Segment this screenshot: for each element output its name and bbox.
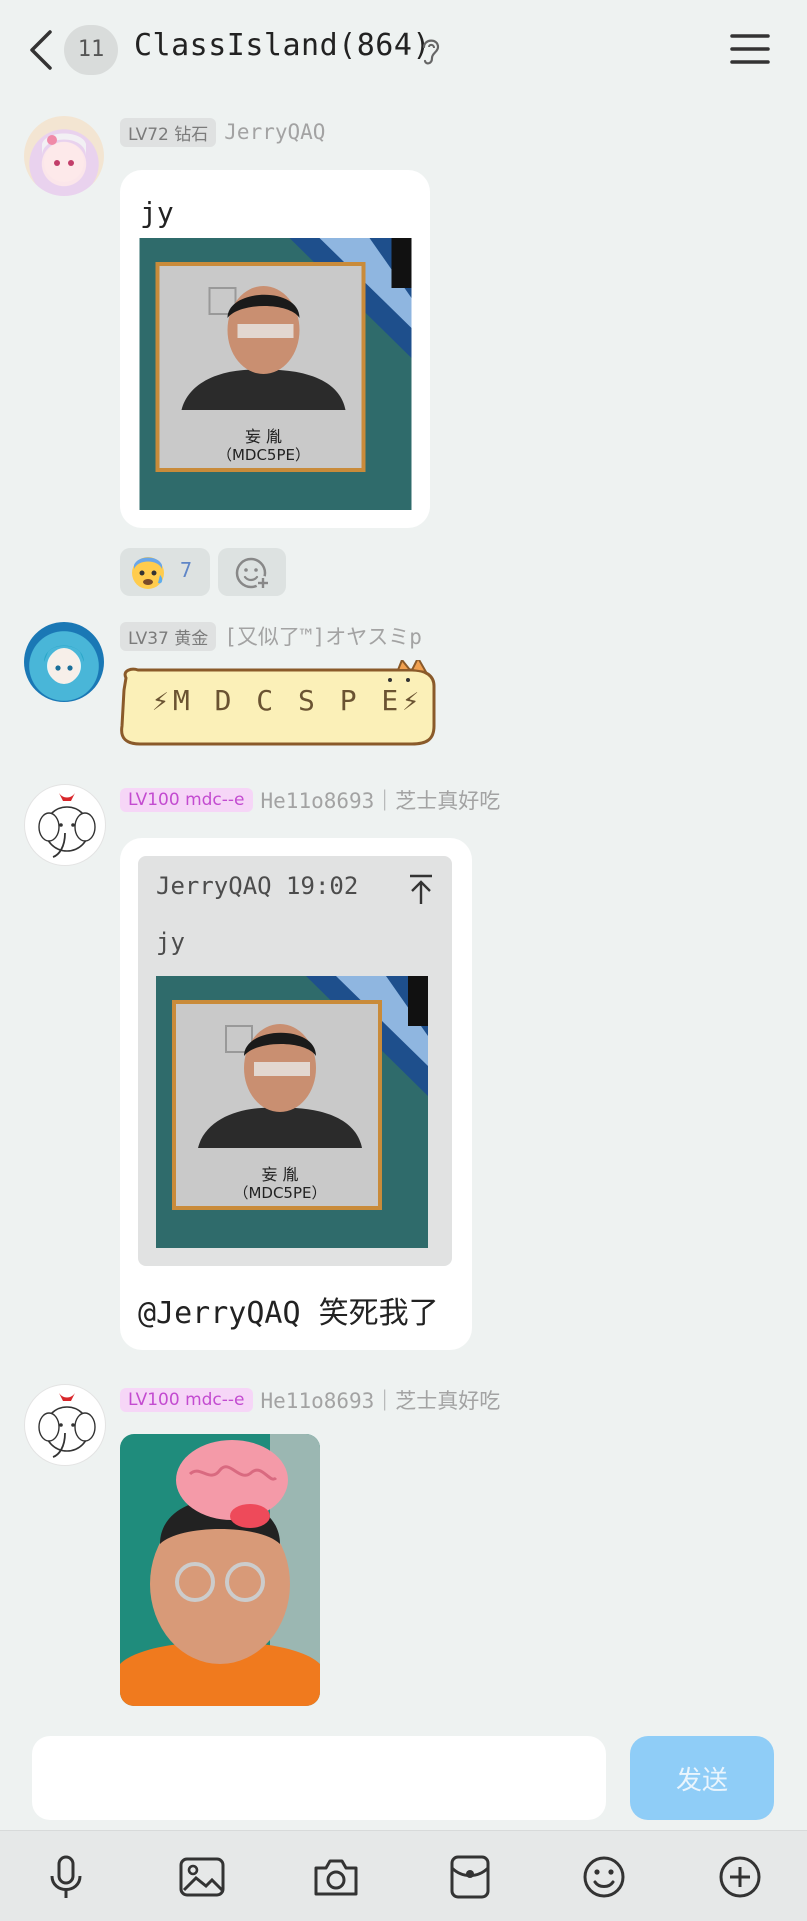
anxious-sweat-emoji-icon	[132, 557, 164, 589]
send-button[interactable]: 发送	[630, 1736, 774, 1820]
level-badge: LV37 黄金	[120, 621, 217, 651]
level-badge: LV100 mdc--e	[120, 788, 253, 812]
quoted-text: jy	[156, 928, 185, 956]
sender-line: LV72 钻石 JerryQAQ	[120, 116, 325, 148]
reaction-chip[interactable]: 7	[120, 548, 210, 596]
quoted-meme-photo-image[interactable]: 妄 胤 （MDC5PE）	[156, 976, 428, 1248]
image-caption-name: 妄 胤	[245, 427, 282, 446]
avatar[interactable]	[24, 1384, 106, 1466]
level-badge: LV72 钻石	[120, 117, 217, 147]
elephant-avatar-image	[38, 793, 96, 858]
reaction-count: 7	[180, 558, 193, 582]
message-input[interactable]	[32, 1736, 606, 1820]
message-bubble[interactable]: jy 妄 胤 （MDC5PE）	[120, 170, 430, 528]
quoted-sender-time: JerryQAQ 19:02	[156, 872, 359, 900]
image-caption-code: （MDC5PE）	[217, 446, 310, 464]
add-emoji-icon	[235, 557, 270, 590]
chat-title[interactable]: ClassIsland(864)	[134, 28, 431, 63]
image-caption-name: 妄 胤	[261, 1165, 298, 1184]
sender-name[interactable]: JerryQAQ	[224, 120, 325, 144]
sender-name[interactable]: He11o8693｜芝士真好吃	[261, 785, 501, 815]
photo-content	[120, 1434, 320, 1706]
avatar[interactable]	[24, 622, 104, 702]
red-packet-icon	[450, 1855, 490, 1899]
microphone-button[interactable]	[38, 1849, 94, 1905]
image-icon	[179, 1857, 225, 1897]
message-text: ⚡M D C S P E⚡	[152, 684, 424, 717]
ear-icon[interactable]	[418, 34, 444, 68]
elephant-avatar-image	[38, 1393, 96, 1458]
camera-button[interactable]	[308, 1849, 364, 1905]
quoted-message[interactable]: JerryQAQ 19:02 jy 妄 胤 （MDC5PE）	[138, 856, 452, 1266]
red-packet-button[interactable]	[442, 1849, 498, 1905]
message-text: jy	[140, 196, 174, 229]
sender-line: LV100 mdc--e He11o8693｜芝士真好吃	[120, 1384, 500, 1416]
sender-name[interactable]: He11o8693｜芝士真好吃	[261, 1385, 501, 1415]
microphone-icon	[50, 1855, 82, 1898]
bottom-toolbar	[0, 1830, 807, 1921]
more-options-button[interactable]	[712, 1849, 768, 1905]
sender-line: LV100 mdc--e He11o8693｜芝士真好吃	[120, 784, 500, 816]
composer: 发送	[0, 1722, 807, 1830]
anime-character-avatar-image	[44, 645, 84, 684]
chat-header: 11 ClassIsland(864)	[0, 0, 807, 100]
meme-photo-image[interactable]: 妄 胤 （MDC5PE）	[139, 238, 412, 510]
level-badge: LV100 mdc--e	[120, 1388, 253, 1412]
anime-girl-avatar-image	[42, 133, 86, 182]
message-text: @JerryQAQ 笑死我了	[138, 1296, 439, 1331]
jump-to-message-icon[interactable]	[406, 872, 436, 906]
menu-icon[interactable]	[730, 32, 770, 66]
sender-line: LV37 黄金 [又似了™]オヤスミp	[120, 620, 422, 652]
back-arrow-icon[interactable]	[26, 28, 56, 72]
brain-meme-photo-image[interactable]	[120, 1434, 320, 1706]
plus-circle-icon	[719, 1856, 761, 1898]
avatar[interactable]	[24, 116, 104, 196]
emoji-icon	[583, 1856, 625, 1898]
message-bubble[interactable]: JerryQAQ 19:02 jy 妄 胤 （MDC5PE） @JerryQAQ…	[120, 838, 472, 1350]
camera-icon	[314, 1859, 358, 1896]
emoji-button[interactable]	[576, 1849, 632, 1905]
add-reaction-button[interactable]	[218, 548, 286, 596]
unread-count-badge[interactable]: 11	[64, 25, 118, 75]
image-caption-code: （MDC5PE）	[233, 1184, 326, 1202]
avatar[interactable]	[24, 784, 106, 866]
image-button[interactable]	[174, 1849, 230, 1905]
sender-name[interactable]: [又似了™]オヤスミp	[224, 621, 422, 651]
cat-themed-message-bubble[interactable]: ⚡M D C S P E⚡	[112, 660, 442, 752]
